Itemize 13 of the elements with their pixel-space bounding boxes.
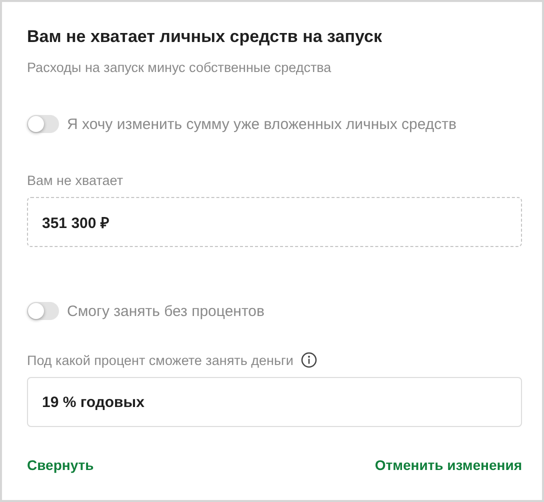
toggle-label: Я хочу изменить сумму уже вложенных личных средств (67, 116, 456, 132)
toggle-label: Смогу занять без процентов (67, 302, 264, 320)
field-label: Вам не хватает (27, 172, 124, 188)
input-field[interactable]: 19 % годовых (27, 377, 522, 427)
collapse-link[interactable]: Свернуть (27, 457, 94, 473)
dialog-title: Вам не хватает личных средств на запуск (27, 26, 383, 48)
subtitle: Расходы на запуск минус собственные средства (27, 59, 332, 77)
cancel-changes-link[interactable]: Отменить изменения (374, 457, 522, 473)
toggle-switch[interactable] (27, 115, 59, 133)
readonly-field[interactable]: 351 300 ₽ (27, 197, 522, 247)
toggle-switch[interactable] (27, 302, 59, 320)
info-icon[interactable] (301, 352, 318, 368)
field-label: Под какой процент сможете занять деньги (27, 352, 294, 368)
